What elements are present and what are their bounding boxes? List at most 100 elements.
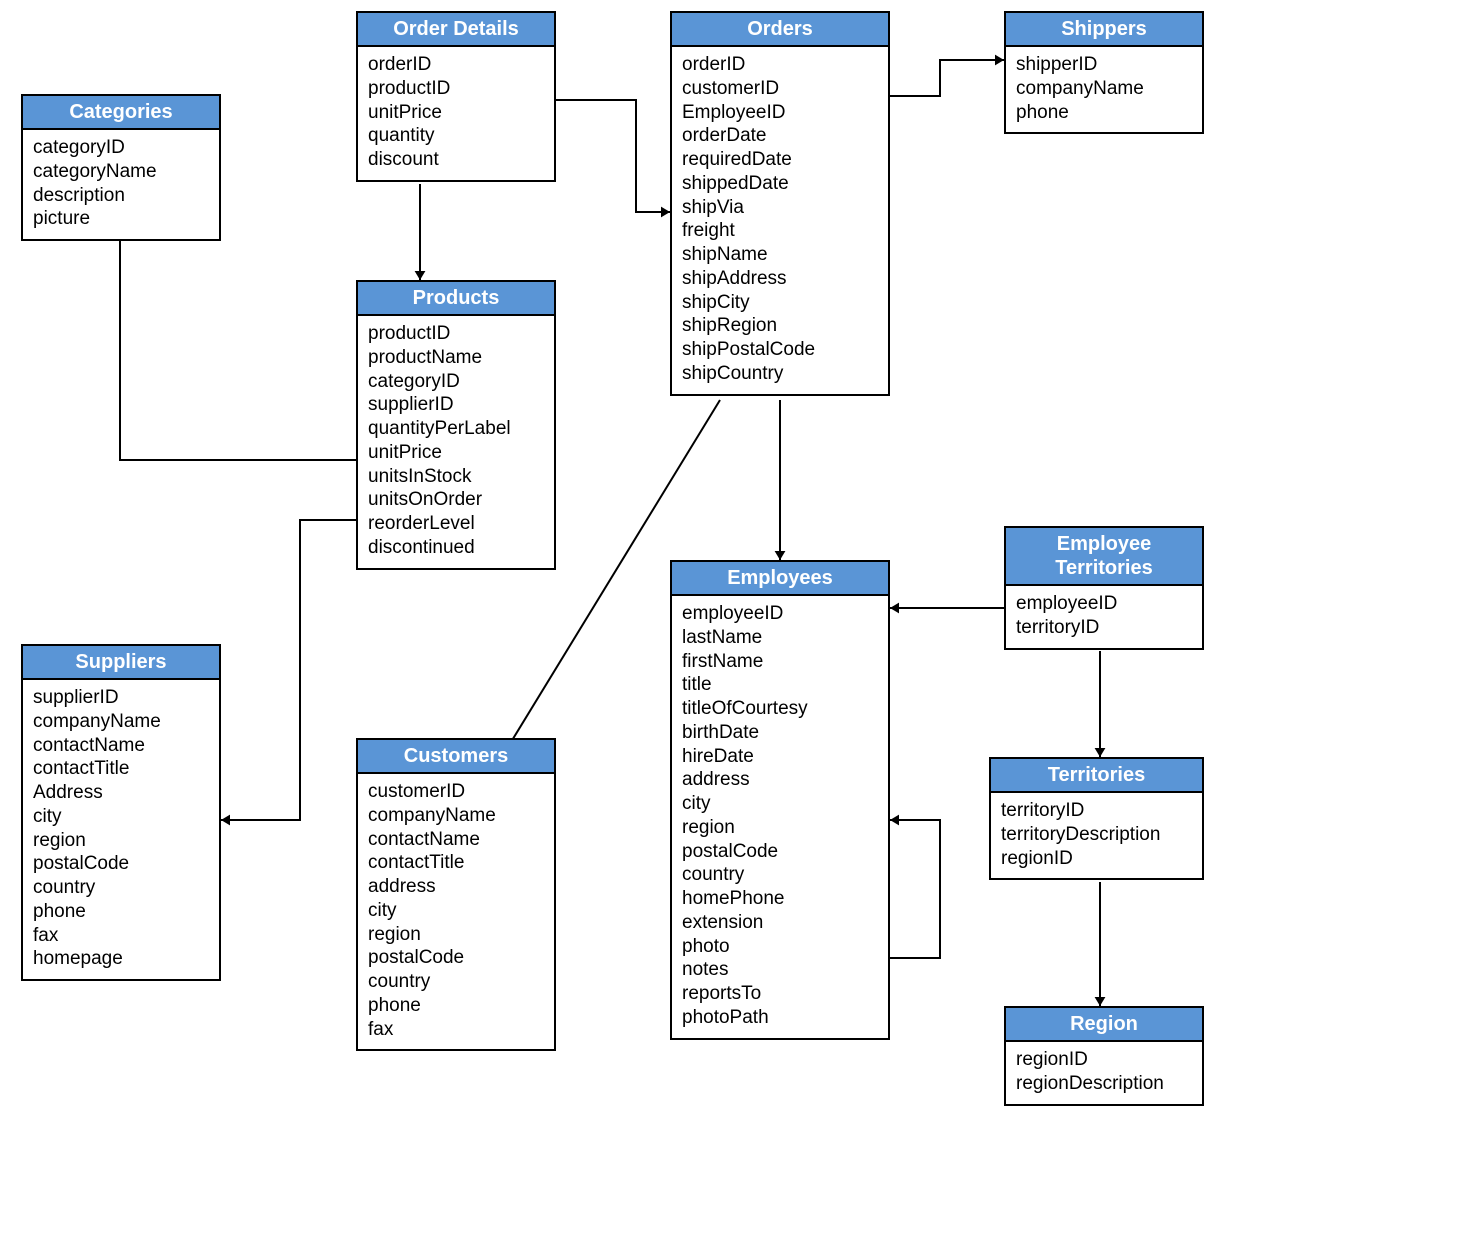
field-shippers: phone [1016, 101, 1192, 125]
field-employees: address [682, 768, 878, 792]
entity-title-order_details: Order Details [358, 13, 554, 47]
entity-fields-region: regionIDregionDescription [1006, 1042, 1202, 1104]
field-categories: categoryName [33, 160, 209, 184]
field-products: supplierID [368, 393, 544, 417]
field-territories: regionID [1001, 847, 1192, 871]
entity-title-employee_territories: Employee Territories [1006, 528, 1202, 586]
field-suppliers: city [33, 805, 209, 829]
field-employees: extension [682, 911, 878, 935]
edge-orders-to-shippers [890, 60, 1004, 96]
field-customers: region [368, 923, 544, 947]
edge-products-to-categories [120, 222, 356, 460]
field-employees: employeeID [682, 602, 878, 626]
field-customers: phone [368, 994, 544, 1018]
field-employees: hireDate [682, 745, 878, 769]
entity-suppliers: SupplierssupplierIDcompanyNamecontactNam… [21, 644, 221, 981]
arrowhead-icon [890, 603, 899, 614]
field-territories: territoryID [1001, 799, 1192, 823]
field-employee_territories: employeeID [1016, 592, 1192, 616]
field-region: regionDescription [1016, 1072, 1192, 1096]
entity-fields-territories: territoryIDterritoryDescriptionregionID [991, 793, 1202, 878]
field-employees: title [682, 673, 878, 697]
field-products: productID [368, 322, 544, 346]
field-products: reorderLevel [368, 512, 544, 536]
field-customers: address [368, 875, 544, 899]
entity-title-orders: Orders [672, 13, 888, 47]
field-orders: freight [682, 219, 878, 243]
field-customers: city [368, 899, 544, 923]
field-suppliers: supplierID [33, 686, 209, 710]
field-suppliers: Address [33, 781, 209, 805]
field-employees: reportsTo [682, 982, 878, 1006]
field-products: discontinued [368, 536, 544, 560]
entity-title-territories: Territories [991, 759, 1202, 793]
field-orders: orderDate [682, 124, 878, 148]
field-products: quantityPerLabel [368, 417, 544, 441]
entity-employee_territories: Employee Territories employeeIDterritoryI… [1004, 526, 1204, 650]
field-customers: fax [368, 1018, 544, 1042]
field-territories: territoryDescription [1001, 823, 1192, 847]
field-products: categoryID [368, 370, 544, 394]
arrowhead-icon [661, 207, 670, 218]
entity-fields-employees: employeeIDlastNamefirstNametitletitleOfC… [672, 596, 888, 1038]
field-employees: postalCode [682, 840, 878, 864]
field-categories: categoryID [33, 136, 209, 160]
arrowhead-icon [1095, 997, 1106, 1006]
field-employees: birthDate [682, 721, 878, 745]
entity-title-employees: Employees [672, 562, 888, 596]
field-employees: region [682, 816, 878, 840]
entity-title-shippers: Shippers [1006, 13, 1202, 47]
arrowhead-icon [415, 271, 426, 280]
field-orders: shipRegion [682, 314, 878, 338]
field-order_details: discount [368, 148, 544, 172]
edge-orderdetails-to-orders [556, 100, 670, 212]
field-shippers: shipperID [1016, 53, 1192, 77]
field-products: unitsOnOrder [368, 488, 544, 512]
field-orders: shippedDate [682, 172, 878, 196]
field-employees: lastName [682, 626, 878, 650]
entity-customers: CustomerscustomerIDcompanyNamecontactNam… [356, 738, 556, 1051]
arrowhead-icon [890, 815, 899, 826]
entity-title-customers: Customers [358, 740, 554, 774]
field-orders: shipPostalCode [682, 338, 878, 362]
entity-categories: CategoriescategoryIDcategoryNamedescript… [21, 94, 221, 241]
field-categories: picture [33, 207, 209, 231]
field-employees: firstName [682, 650, 878, 674]
field-suppliers: postalCode [33, 852, 209, 876]
field-employees: country [682, 863, 878, 887]
entity-orders: OrdersorderIDcustomerIDEmployeeIDorderDa… [670, 11, 890, 396]
entity-fields-shippers: shipperIDcompanyNamephone [1006, 47, 1202, 132]
entity-fields-orders: orderIDcustomerIDEmployeeIDorderDaterequ… [672, 47, 888, 394]
arrowhead-icon [775, 551, 786, 560]
field-suppliers: fax [33, 924, 209, 948]
entity-products: ProductsproductIDproductNamecategoryIDsu… [356, 280, 556, 570]
field-employees: homePhone [682, 887, 878, 911]
entity-shippers: ShippersshipperIDcompanyNamephone [1004, 11, 1204, 134]
field-employees: titleOfCourtesy [682, 697, 878, 721]
field-customers: contactName [368, 828, 544, 852]
field-customers: customerID [368, 780, 544, 804]
field-employees: notes [682, 958, 878, 982]
field-employee_territories: territoryID [1016, 616, 1192, 640]
field-order_details: orderID [368, 53, 544, 77]
field-orders: shipAddress [682, 267, 878, 291]
field-suppliers: region [33, 829, 209, 853]
field-orders: customerID [682, 77, 878, 101]
entity-fields-suppliers: supplierIDcompanyNamecontactNamecontactT… [23, 680, 219, 979]
edge-employees-self [890, 820, 940, 958]
entity-employees: EmployeesemployeeIDlastNamefirstNametitl… [670, 560, 890, 1040]
field-orders: shipCountry [682, 362, 878, 386]
field-categories: description [33, 184, 209, 208]
entity-title-region: Region [1006, 1008, 1202, 1042]
field-products: productName [368, 346, 544, 370]
arrowhead-icon [995, 55, 1004, 66]
arrowhead-icon [221, 815, 230, 826]
field-order_details: quantity [368, 124, 544, 148]
field-orders: EmployeeID [682, 101, 878, 125]
field-region: regionID [1016, 1048, 1192, 1072]
field-customers: contactTitle [368, 851, 544, 875]
arrowhead-icon [1095, 748, 1106, 757]
field-products: unitPrice [368, 441, 544, 465]
field-orders: shipCity [682, 291, 878, 315]
field-orders: shipName [682, 243, 878, 267]
